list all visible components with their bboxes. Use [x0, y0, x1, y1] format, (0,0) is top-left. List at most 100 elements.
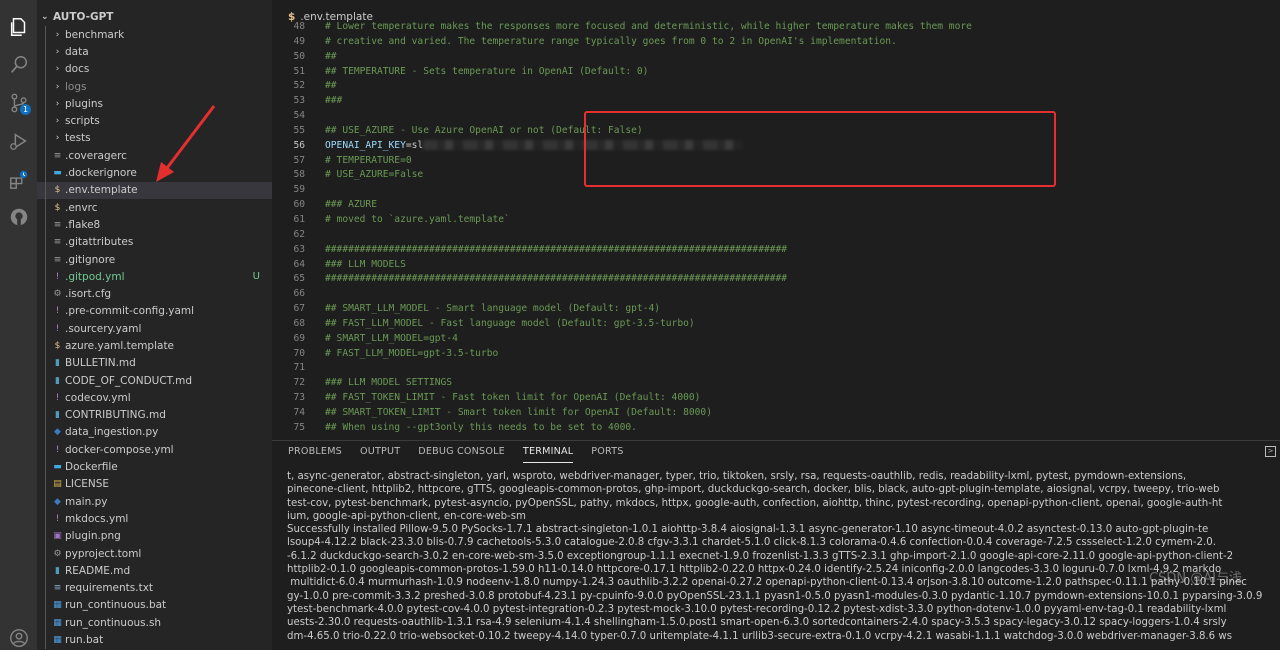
chevron-down-icon: ⌄	[41, 12, 49, 22]
file-icon: ⚙	[53, 289, 62, 300]
tree-file[interactable]: ! mkdocs.yml	[37, 510, 272, 528]
chevron-right-icon: ›	[55, 46, 60, 57]
tree-file[interactable]: ▮ CODE_OF_CONDUCT.md	[37, 371, 272, 390]
indent-guide	[45, 631, 46, 649]
code-line: 72 ### LLM MODEL SETTINGS	[272, 376, 1280, 391]
tree-item-label: .env.template	[65, 184, 138, 197]
line-number: 54	[293, 110, 305, 122]
line-content: ########################################…	[325, 273, 788, 285]
tree-file[interactable]: ▦ run_continuous.bat	[37, 596, 272, 615]
indent-guide	[45, 527, 46, 545]
tree-file[interactable]: ▦ run.bat	[37, 631, 272, 649]
code-line: 53 ###	[272, 94, 1280, 109]
tree-item-label: benchmark	[65, 28, 125, 41]
tree-file[interactable]: ≡ .coveragerc	[37, 147, 272, 165]
tree-file[interactable]: ▬ .dockerignore	[37, 164, 272, 182]
search-icon[interactable]	[6, 52, 31, 77]
tree-file[interactable]: $ azure.yaml.template	[37, 337, 272, 355]
line-number: 75	[293, 421, 305, 433]
indent-guide	[45, 510, 46, 528]
tree-file[interactable]: ! .pre-commit-config.yaml	[37, 302, 272, 321]
tree-file[interactable]: ! codecov.yml	[37, 389, 272, 407]
tree-file[interactable]: ▮ BULLETIN.md	[37, 354, 272, 372]
terminal-line: gy-1.0.0 pre-commit-3.3.2 preshed-3.0.8 …	[287, 590, 1263, 602]
tree-item-label: .coveragerc	[65, 149, 127, 162]
run-debug-icon[interactable]	[6, 128, 31, 153]
tree-folder[interactable]: › logs	[37, 77, 272, 96]
explorer-root-folder[interactable]: ⌄ AUTO-GPT	[37, 8, 272, 26]
file-icon: ≡	[53, 237, 62, 248]
tree-file[interactable]: $ .env.template	[37, 181, 272, 199]
indent-guide	[45, 475, 46, 494]
tree-file[interactable]: ! docker-compose.yml	[37, 441, 272, 459]
tab-ports[interactable]: PORTS	[591, 446, 623, 463]
file-icon: !	[55, 271, 60, 282]
tree-file[interactable]: ≡ .gitignore	[37, 250, 272, 269]
explorer-icon[interactable]	[6, 14, 31, 39]
line-number: 53	[293, 95, 305, 107]
tree-folder[interactable]: › plugins	[37, 95, 272, 113]
tree-item-label: run_continuous.bat	[65, 599, 167, 612]
tree-file[interactable]: ! .sourcery.yaml	[37, 320, 272, 338]
terminal-output[interactable]: t, async-generator, abstract-singleton, …	[287, 470, 1280, 643]
tree-item-label: .pre-commit-config.yaml	[65, 305, 195, 318]
tree-folder[interactable]: › benchmark	[37, 26, 272, 44]
line-number: 48	[293, 21, 305, 32]
tab-debug-console[interactable]: DEBUG CONSOLE	[418, 446, 505, 463]
terminal-line: ium, google-api-python-client, en-core-w…	[287, 510, 526, 522]
panel-tabs: PROBLEMS OUTPUT DEBUG CONSOLE TERMINAL PORTS	[288, 446, 642, 463]
code-area[interactable]: 48 # Lower temperature makes the response…	[272, 20, 1280, 436]
tree-file[interactable]: ◆ main.py	[37, 493, 272, 511]
line-content: ### AZURE	[325, 199, 377, 211]
tree-file[interactable]: ▮ README.md	[37, 562, 272, 580]
tree-folder[interactable]: › docs	[37, 60, 272, 78]
file-icon: ▮	[55, 375, 60, 386]
tree-file[interactable]: ! .gitpod.yml U	[37, 268, 272, 286]
line-number: 74	[293, 406, 305, 418]
tree-file[interactable]: ▤ LICENSE	[37, 475, 272, 494]
line-number: 66	[293, 288, 305, 300]
tree-folder[interactable]: › scripts	[37, 112, 272, 130]
indent-guide	[45, 371, 46, 390]
line-content: ## When using --gpt3only this needs to b…	[325, 421, 637, 433]
tab-problems[interactable]: PROBLEMS	[288, 446, 342, 463]
code-line: 48 # Lower temperature makes the response…	[272, 20, 1280, 35]
account-icon[interactable]	[6, 625, 31, 650]
tree-folder[interactable]: › data	[37, 43, 272, 61]
tree-item-label: README.md	[65, 564, 131, 577]
tree-file[interactable]: ▣ plugin.png	[37, 527, 272, 545]
line-number: 64	[293, 258, 305, 270]
line-content: ## SMART_LLM_MODEL - Smart language mode…	[325, 303, 661, 315]
code-line: 64 ### LLM MODELS	[272, 258, 1280, 273]
chevron-right-icon: ›	[55, 29, 60, 40]
source-control-badge: 1	[20, 104, 31, 115]
tree-file[interactable]: ▬ Dockerfile	[37, 458, 272, 476]
tree-file[interactable]: ◆ data_ingestion.py	[37, 423, 272, 442]
file-icon: ≡	[53, 583, 62, 594]
tree-file[interactable]: ⚙ .isort.cfg	[37, 285, 272, 303]
indent-guide	[45, 233, 46, 251]
tree-file[interactable]: ≡ .gitattributes	[37, 233, 272, 251]
line-number: 63	[293, 243, 305, 255]
tab-terminal[interactable]: TERMINAL	[522, 446, 574, 463]
github-icon[interactable]	[6, 204, 31, 229]
tree-file[interactable]: ≡ .flake8	[37, 216, 272, 234]
tree-folder[interactable]: › tests	[37, 129, 272, 148]
line-number: 71	[293, 362, 305, 374]
code-line: 61 # moved to `azure.yaml.template`	[272, 213, 1280, 228]
extensions-icon[interactable]	[6, 166, 31, 191]
tree-item-label: azure.yaml.template	[65, 339, 175, 352]
editor: $ .env.template 48 # Lower temperature mak…	[272, 0, 1280, 440]
tree-file[interactable]: $ .envrc	[37, 198, 272, 217]
tree-file[interactable]: ≡ requirements.txt	[37, 579, 272, 597]
tree-item-label: .envrc	[65, 201, 98, 214]
env-key: OPENAI_API_KEY	[325, 139, 406, 151]
tree-item-label: requirements.txt	[65, 582, 154, 595]
tree-file[interactable]: ⚙ pyproject.toml	[37, 544, 272, 563]
tree-file[interactable]: ▮ CONTRIBUTING.md	[37, 406, 272, 424]
tree-file[interactable]: ▦ run_continuous.sh	[37, 614, 272, 632]
maximize-panel-icon[interactable]: >	[1265, 446, 1276, 457]
code-line: 49 # creative and varied. The temperature…	[272, 35, 1280, 50]
tree-item-label: .isort.cfg	[65, 288, 112, 301]
tab-output[interactable]: OUTPUT	[360, 446, 400, 463]
